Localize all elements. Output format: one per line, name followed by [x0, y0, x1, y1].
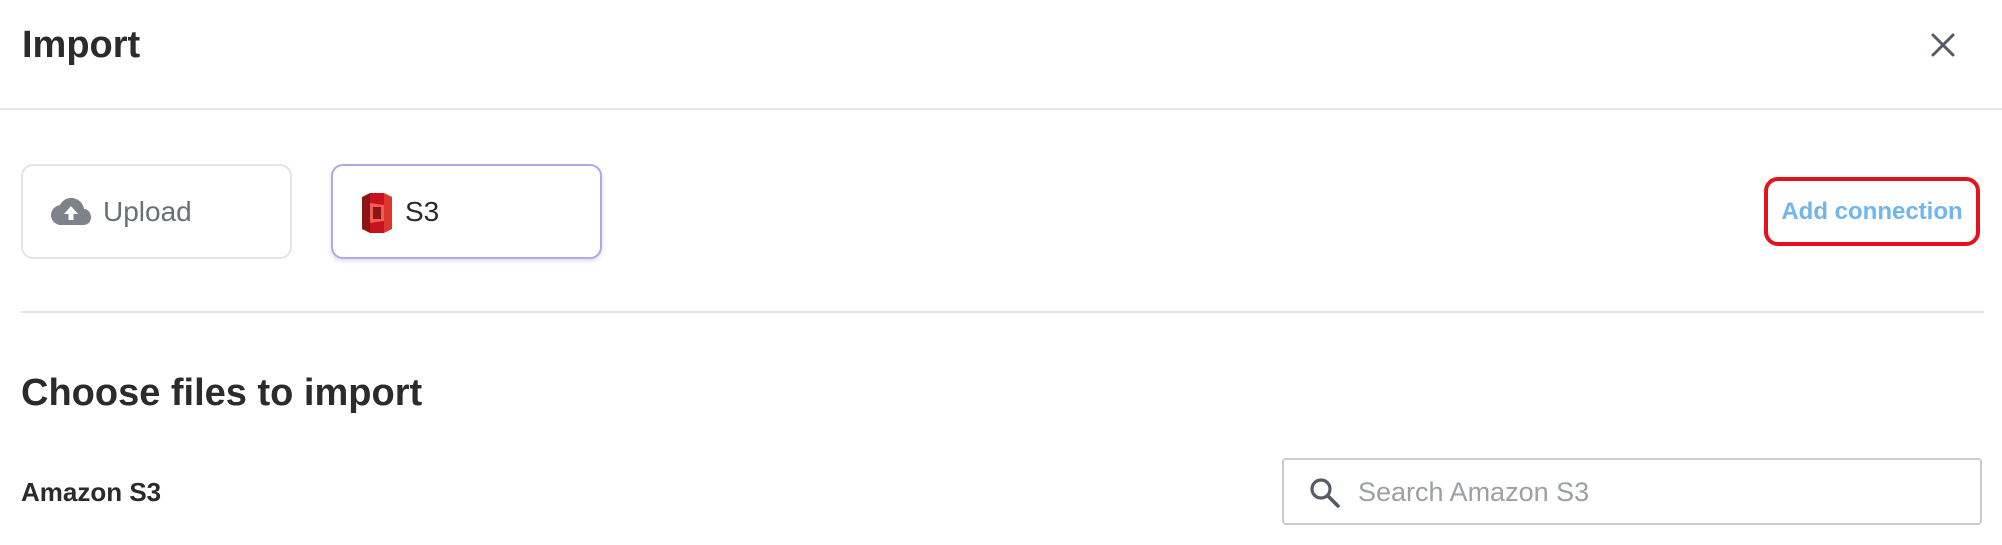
section-title: Choose files to import — [21, 372, 423, 414]
add-connection-button[interactable]: Add connection — [1764, 177, 1980, 246]
close-icon — [1931, 33, 1955, 57]
upload-label: Upload — [103, 196, 192, 227]
s3-source-card[interactable]: S3 — [331, 164, 602, 259]
search-icon — [1310, 478, 1340, 508]
dialog-header: Import — [0, 0, 2002, 110]
close-button[interactable] — [1922, 24, 1964, 66]
source-name: Amazon S3 — [21, 477, 162, 507]
dialog-title: Import — [22, 24, 141, 66]
section-divider — [21, 311, 1984, 313]
import-dialog: Import Upload S3 Add connection Choose f… — [0, 0, 2002, 545]
s3-label: S3 — [405, 196, 440, 227]
search-box[interactable] — [1282, 458, 1982, 525]
search-input[interactable] — [1358, 470, 1958, 514]
upload-source-card[interactable]: Upload — [21, 164, 292, 259]
s3-bucket-icon — [362, 193, 392, 233]
cloud-upload-icon — [51, 198, 91, 225]
